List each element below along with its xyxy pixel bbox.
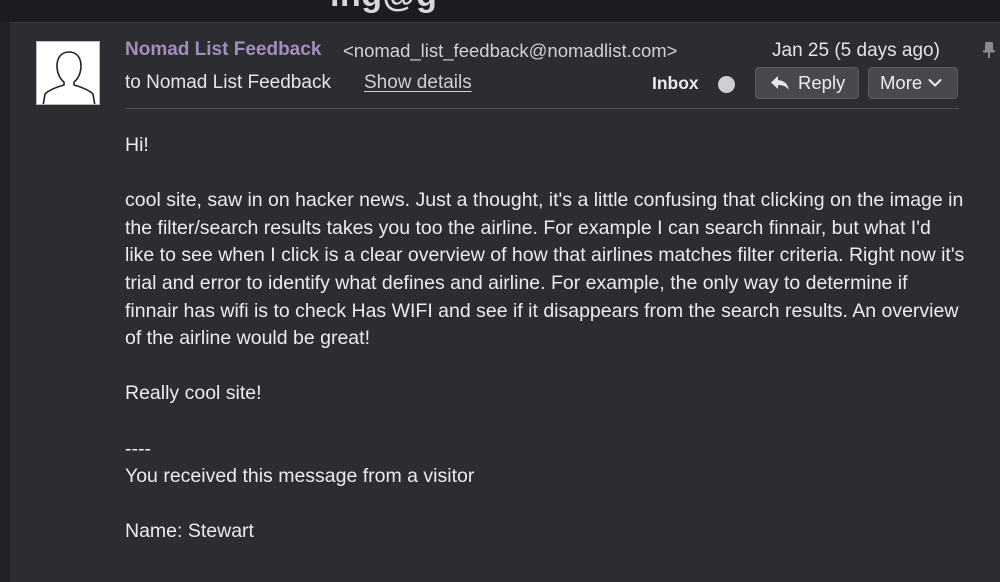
show-details-link[interactable]: Show details [364, 72, 472, 94]
visitor-notice: You received this message from a visitor [125, 465, 475, 488]
default-user-avatar-icon [36, 41, 100, 105]
reply-button-label: Reply [798, 72, 846, 93]
feedback-paragraph: cool site, saw in on hacker news. Just a… [125, 189, 965, 350]
more-button[interactable]: More [868, 67, 958, 99]
more-button-label: More [880, 72, 923, 93]
window-title-strip: ing@g [0, 0, 1000, 22]
greeting-text: Hi! [125, 134, 149, 156]
reply-button[interactable]: Reply [755, 67, 859, 99]
reply-arrow-icon [771, 76, 789, 90]
sender-name[interactable]: Nomad List Feedback [125, 39, 321, 61]
window-title: ing@g [330, 0, 437, 15]
closing-text: Really cool site! [125, 382, 262, 405]
message-body: Hi! cool site, saw in on hacker news. Ju… [125, 132, 965, 574]
inbox-label[interactable]: Inbox [652, 73, 699, 94]
chevron-down-icon [928, 79, 942, 87]
pin-icon[interactable] [983, 42, 995, 58]
message-date: Jan 25 (5 days ago) [772, 40, 940, 61]
unread-dot-icon[interactable] [718, 76, 735, 93]
recipient-line: to Nomad List Feedback [125, 72, 331, 93]
sender-email: <nomad_list_feedback@nomadlist.com> [343, 40, 678, 61]
visitor-name: Name: Stewart [125, 520, 254, 543]
signature-separator: ---- [125, 437, 151, 460]
header-divider [125, 108, 959, 109]
